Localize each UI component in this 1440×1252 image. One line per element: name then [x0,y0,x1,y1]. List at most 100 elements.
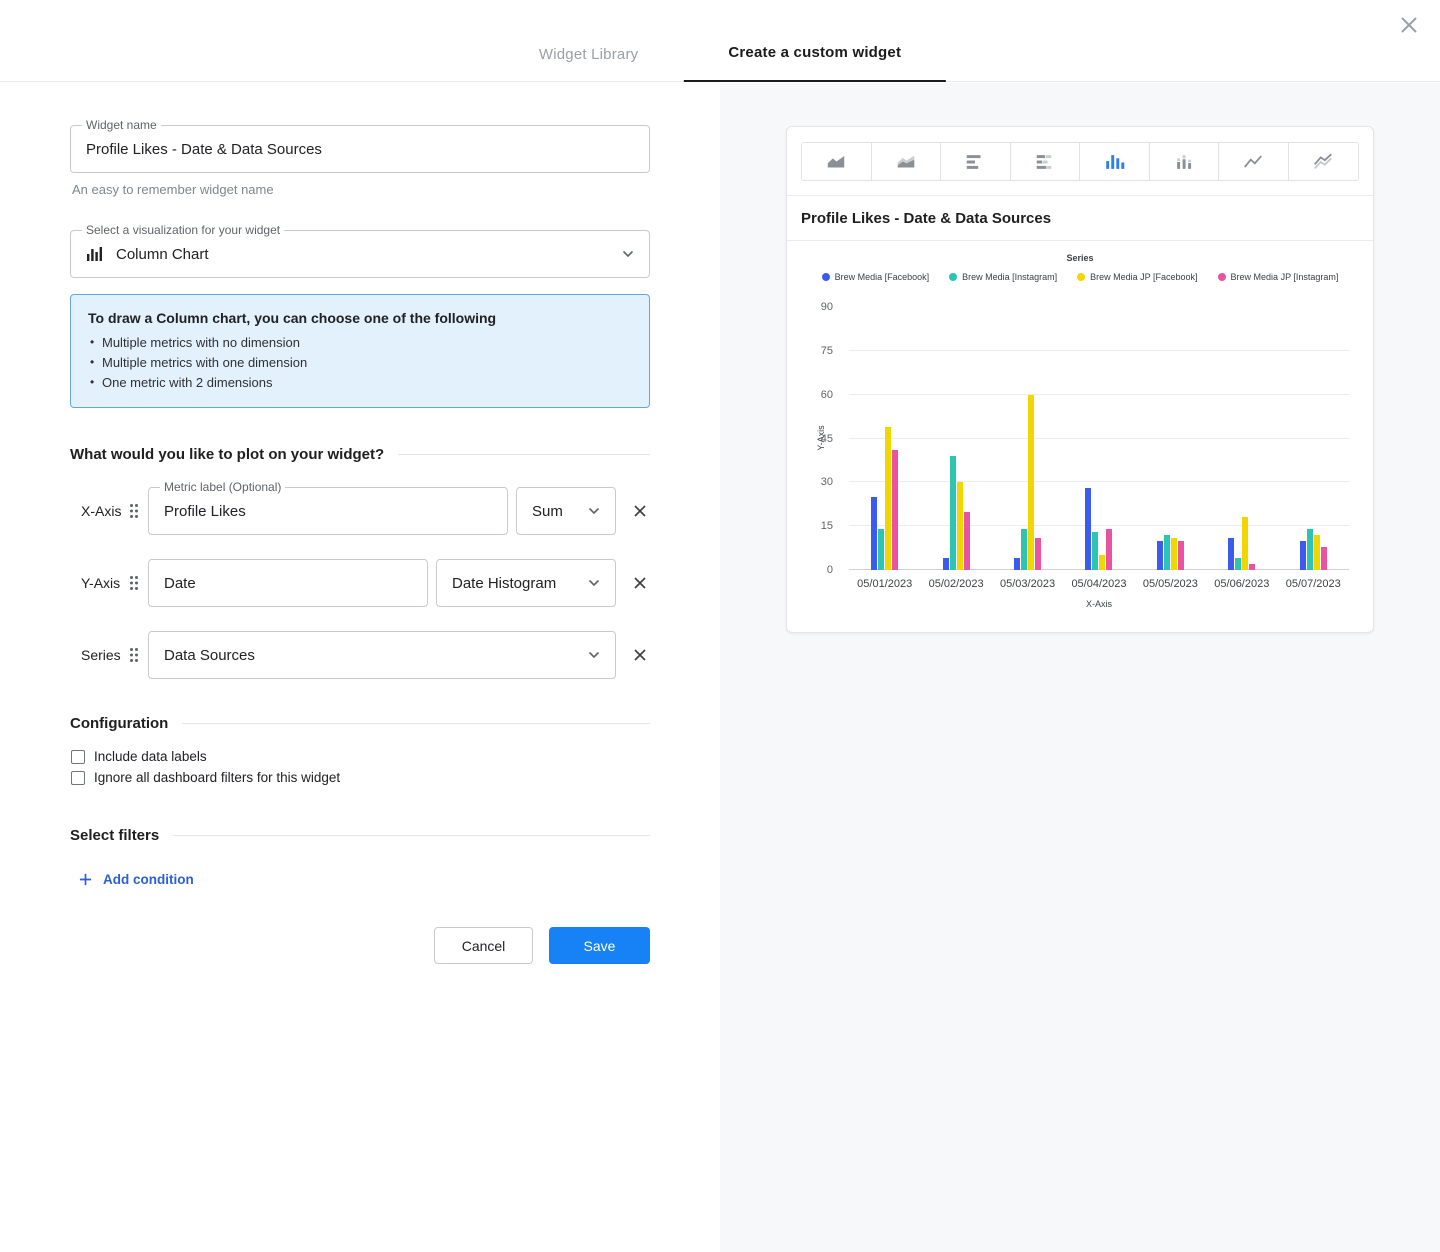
visualization-select[interactable]: Column Chart [70,230,650,278]
x-axis-label: X-Axis [81,503,129,519]
checkbox[interactable] [71,771,85,785]
info-box-title: To draw a Column chart, you can choose o… [88,310,632,326]
visualization-field: Select a visualization for your widget C… [70,230,650,278]
widget-name-input[interactable] [70,125,650,173]
checkbox[interactable] [71,750,85,764]
preview-panel: Profile Likes - Date & Data Sources Seri… [720,83,1440,1252]
x-tick-label: 05/02/2023 [920,578,991,590]
save-button[interactable]: Save [549,927,650,964]
bar [1099,555,1105,570]
series-select[interactable]: Data Sources [148,631,616,679]
drag-handle-icon[interactable] [129,647,141,663]
remove-x-axis-icon[interactable] [632,503,648,519]
legend-label: Brew Media JP [Facebook] [1090,272,1197,282]
configuration-header: Configuration [70,715,650,732]
tab-create-custom-widget[interactable]: Create a custom widget [683,0,946,82]
x-axis-aggregation-value: Sum [532,503,563,520]
checkbox-label: Include data labels [94,749,207,764]
configuration-title: Configuration [70,715,168,732]
bar [1035,538,1041,570]
multi-line-chart-icon[interactable] [1289,143,1359,180]
legend-dot [1077,273,1085,281]
chart-type-toolbar-wrap [787,127,1373,196]
bar-chart-icon[interactable] [941,143,1011,180]
series-value: Data Sources [164,647,255,664]
widget-name-field: Widget name [70,125,650,173]
remove-series-icon[interactable] [632,647,648,663]
bar [1249,564,1255,570]
info-option: Multiple metrics with no dimension [88,335,632,350]
bar [1021,529,1027,570]
bar [1164,535,1170,570]
bar-group [1063,307,1134,570]
visualization-value: Column Chart [116,246,209,263]
x-axis-ticks: 05/01/202305/02/202305/03/202305/04/2023… [849,578,1349,590]
y-axis-aggregation-value: Date Histogram [452,575,556,592]
bar-group [1135,307,1206,570]
close-icon[interactable] [1394,10,1424,40]
chevron-down-icon [622,250,634,258]
x-tick-label: 05/06/2023 [1206,578,1277,590]
bar [885,427,891,570]
divider [398,454,650,455]
drag-handle-icon[interactable] [129,503,141,519]
y-axis-input[interactable] [148,559,428,607]
bar [1092,532,1098,570]
column-chart-icon[interactable] [1080,143,1150,180]
add-condition-label: Add condition [103,872,194,887]
metric-label-input[interactable] [148,487,508,535]
widget-name-helper: An easy to remember widget name [72,182,650,197]
legend-item: Brew Media [Instagram] [949,272,1057,282]
y-tick-label: 75 [821,345,833,357]
legend-dot [1218,273,1226,281]
x-tick-label: 05/03/2023 [992,578,1063,590]
x-tick-label: 05/01/2023 [849,578,920,590]
bar-group [1278,307,1349,570]
stacked-bar-chart-icon[interactable] [1011,143,1081,180]
include-data-labels-checkbox-row[interactable]: Include data labels [70,749,650,764]
legend-title: Series [787,253,1373,263]
stacked-area-chart-icon[interactable] [872,143,942,180]
legend-dot [949,273,957,281]
bar [950,456,956,570]
plot-area [849,307,1349,570]
line-chart-icon[interactable] [1219,143,1289,180]
legend-dot [822,273,830,281]
drag-handle-icon[interactable] [129,575,141,591]
ignore-dashboard-filters-checkbox-row[interactable]: Ignore all dashboard filters for this wi… [70,770,650,785]
remove-y-axis-icon[interactable] [632,575,648,591]
info-option: One metric with 2 dimensions [88,375,632,390]
bar [964,512,970,570]
bar-group [849,307,920,570]
series-row: Series Data Sources [70,631,650,679]
y-axis-aggregation-select[interactable]: Date Histogram [436,559,616,607]
y-tick-label: 60 [821,389,833,401]
chart-type-toolbar [801,142,1359,181]
area-chart-icon[interactable] [802,143,872,180]
bar [892,450,898,570]
y-tick-label: 15 [821,520,833,532]
tab-widget-library[interactable]: Widget Library [494,0,684,82]
series-label: Series [81,647,129,663]
stacked-column-chart-icon[interactable] [1150,143,1220,180]
bar [1228,538,1234,570]
cancel-button[interactable]: Cancel [434,927,533,964]
y-tick-label: 30 [821,476,833,488]
y-tick-label: 90 [821,301,833,313]
x-tick-label: 05/05/2023 [1135,578,1206,590]
bar [1307,529,1313,570]
x-axis-aggregation-select[interactable]: Sum [516,487,616,535]
y-tick-label: 45 [821,433,833,445]
x-axis-title: X-Axis [849,599,1349,609]
legend-item: Brew Media [Facebook] [822,272,930,282]
chevron-down-icon [588,507,600,515]
add-condition-button[interactable]: Add condition [70,872,650,887]
bar [1106,529,1112,570]
legend-label: Brew Media [Instagram] [962,272,1057,282]
bar [878,529,884,570]
x-tick-label: 05/04/2023 [1063,578,1134,590]
bar-group [920,307,991,570]
bar [1321,547,1327,570]
bar [1314,535,1320,570]
bar-group [1206,307,1277,570]
